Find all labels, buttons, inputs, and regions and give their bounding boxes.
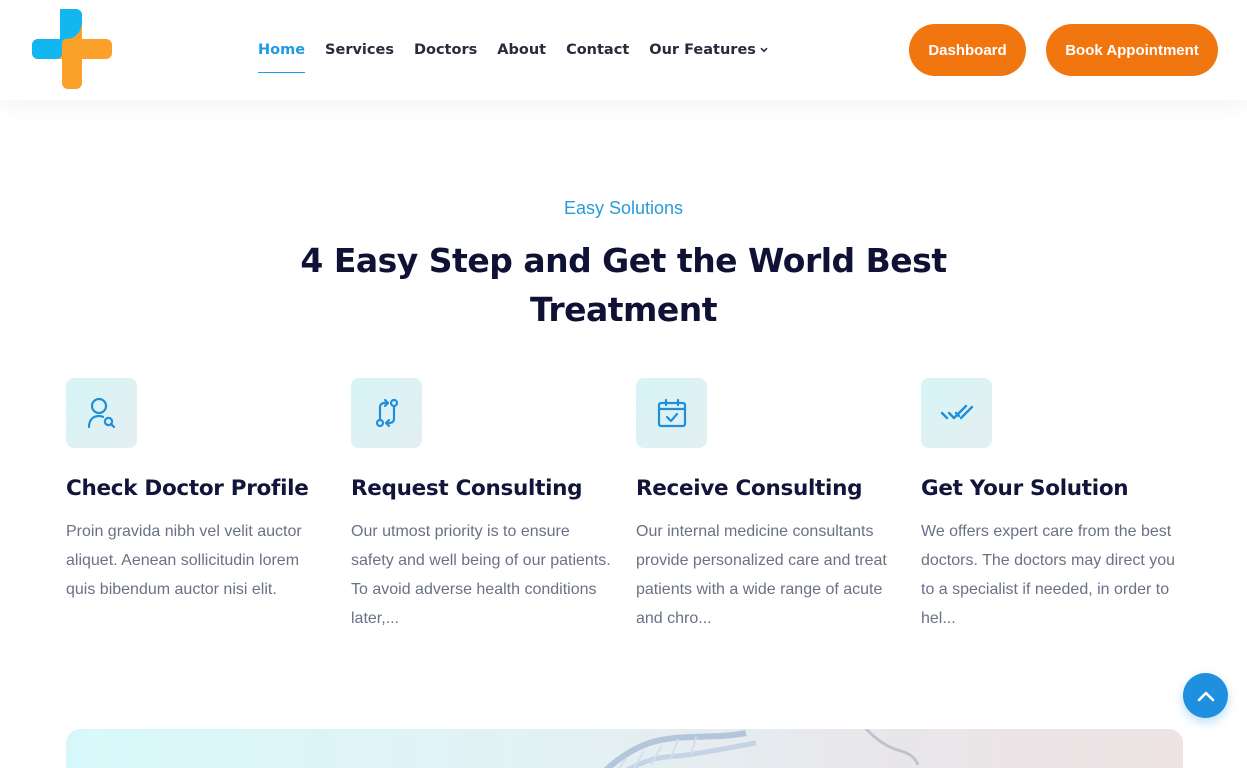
nav-services[interactable]: Services [325, 38, 394, 62]
page: Home Services Doctors About Contact Our … [0, 0, 1247, 768]
nav-services-label: Services [325, 42, 394, 58]
plus-logo[interactable] [32, 9, 112, 89]
dna-image [603, 729, 920, 768]
main-nav: Home Services Doctors About Contact Our … [258, 38, 788, 73]
step-title: Request Consulting [351, 476, 583, 501]
step-description: Our internal medicine consultants provid… [636, 523, 887, 627]
book-appointment-button-label: Book Appointment [1065, 41, 1199, 59]
step-description: Our utmost priority is to ensure safety … [351, 523, 611, 627]
double-check-icon [940, 404, 973, 420]
step-icon-box [351, 378, 422, 448]
nav-home-label: Home [258, 42, 306, 58]
nav-about-label: About [497, 42, 547, 58]
promo-banner [66, 729, 1183, 768]
user-search-icon [87, 397, 115, 429]
nav-our-features-label: Our Features [649, 42, 756, 58]
step-card-request-consulting: Request Consulting Our utmost priority i… [351, 378, 616, 633]
step-description: Proin gravida nibh vel velit auctor aliq… [66, 523, 302, 598]
nav-contact[interactable]: Contact [566, 38, 629, 62]
nav-contact-label: Contact [566, 42, 630, 58]
section-heading-line-2: Treatment [529, 290, 718, 329]
section-heading: 4 Easy Step and Get the World Best Treat… [300, 236, 947, 334]
dashboard-button[interactable]: Dashboard [909, 24, 1026, 76]
nav-about[interactable]: About [497, 38, 546, 62]
nav-home[interactable]: Home [258, 38, 306, 73]
calendar-check-icon [657, 398, 686, 428]
scroll-to-top-button[interactable] [1183, 673, 1228, 718]
dashboard-button-label: Dashboard [928, 41, 1007, 59]
section-eyebrow: Easy Solutions [563, 198, 684, 218]
git-compare-icon [375, 398, 398, 428]
nav-doctors-label: Doctors [413, 42, 478, 58]
chevron-down-icon [760, 47, 768, 53]
step-icon-box [636, 378, 707, 448]
step-title: Receive Consulting [636, 476, 863, 501]
book-appointment-button[interactable]: Book Appointment [1046, 24, 1218, 76]
step-icon-box [66, 378, 137, 448]
step-card-check-doctor-profile: Check Doctor Profile Proin gravida nibh … [66, 378, 331, 604]
step-icon-box [921, 378, 992, 448]
nav-our-features[interactable]: Our Features [649, 38, 768, 62]
step-description: We offers expert care from the best doct… [921, 523, 1176, 627]
step-title: Get Your Solution [921, 476, 1129, 501]
step-card-get-your-solution: Get Your Solution We offers expert care … [921, 378, 1186, 633]
step-title: Check Doctor Profile [66, 476, 309, 501]
section-heading-line-1: 4 Easy Step and Get the World Best [300, 241, 947, 280]
step-card-receive-consulting: Receive Consulting Our internal medicine… [636, 378, 901, 633]
site-header: Home Services Doctors About Contact Our … [0, 0, 1247, 100]
nav-doctors[interactable]: Doctors [414, 38, 477, 62]
chevron-up-icon [1197, 691, 1214, 701]
